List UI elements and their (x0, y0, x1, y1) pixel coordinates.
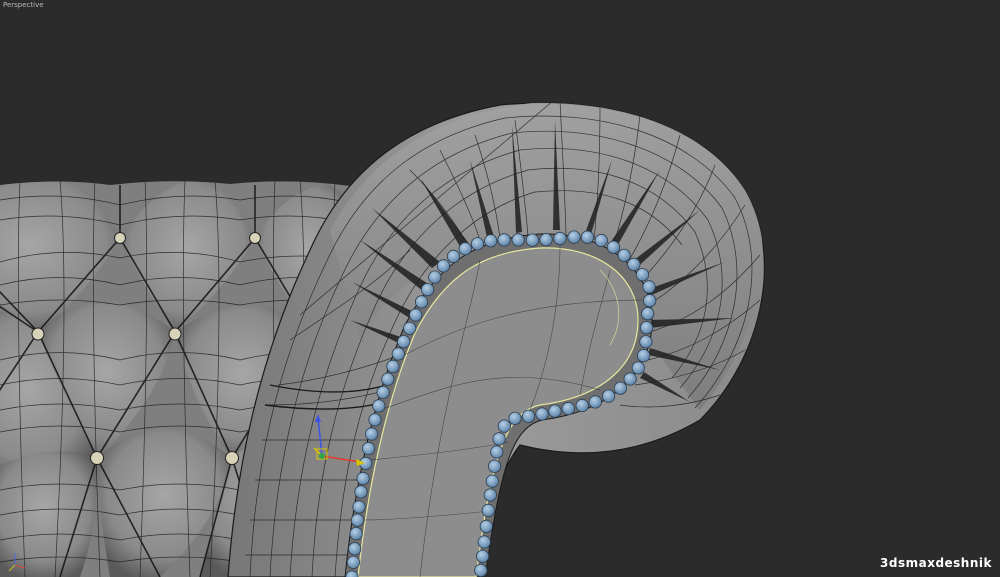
nailhead-stud (368, 413, 382, 427)
watermark-text: 3dsmaxdeshnik (880, 556, 992, 570)
nailhead-stud (561, 401, 575, 416)
nailhead-stud (446, 249, 461, 263)
nailhead-stud (354, 485, 368, 499)
nailhead-stud (639, 321, 654, 335)
nailhead-stud (490, 445, 504, 459)
nailhead-stud (485, 474, 499, 488)
viewport-scene[interactable] (0, 0, 1000, 577)
nailhead-stud (386, 359, 400, 373)
nailhead-stud (474, 563, 488, 577)
nailhead-stud (539, 233, 553, 247)
nailhead-stud (350, 513, 365, 527)
nailhead-stud (481, 503, 495, 517)
viewport-label[interactable]: Perspective (3, 1, 44, 9)
nailhead-stud (458, 242, 472, 256)
nailhead-stud (580, 230, 595, 244)
nailhead-stud (631, 361, 645, 375)
nailhead-stud (492, 432, 506, 446)
nailhead-stud (588, 395, 602, 409)
nailhead-stud (391, 347, 405, 361)
nailhead-stud (420, 282, 435, 297)
perspective-viewport[interactable]: Perspective 3dsmaxdeshnik (0, 0, 1000, 577)
nailhead-stud (414, 295, 429, 309)
nailhead-stud (601, 389, 616, 403)
nailhead-stud (553, 231, 567, 245)
nailhead-stud (348, 542, 362, 556)
nailhead-stud (352, 500, 366, 514)
nailhead-stud (606, 240, 621, 254)
nailhead-stud (497, 419, 511, 433)
nailhead-stud (525, 233, 540, 247)
nailhead-stud (508, 411, 522, 425)
nailhead-stud (477, 535, 491, 549)
nailhead-stud (627, 257, 641, 271)
nailhead-stud (381, 372, 395, 386)
nailhead-stud (567, 230, 581, 244)
nailhead-stud (470, 237, 485, 251)
nailhead-stud (641, 307, 655, 321)
nailhead-stud (479, 519, 493, 534)
nailhead-stud (643, 294, 657, 308)
nailhead-stud (639, 335, 653, 349)
nailhead-stud (623, 372, 637, 386)
nailhead-stud (484, 234, 498, 248)
nailhead-stud (511, 233, 525, 247)
nailhead-stud (409, 308, 423, 322)
nailhead-stud (636, 348, 651, 363)
gizmo-pivot[interactable] (319, 453, 325, 459)
nailhead-stud (497, 233, 511, 247)
nailhead-stud (397, 335, 411, 349)
nailhead-stud (356, 471, 370, 486)
nailhead-stud (487, 459, 502, 473)
nailhead-stud (475, 549, 490, 563)
nailhead-stud (376, 385, 390, 399)
nailhead-stud (617, 248, 631, 262)
nailhead-stud (436, 259, 451, 273)
nailhead-stud (403, 321, 417, 335)
nailhead-stud (483, 488, 497, 502)
nailhead-stud (361, 441, 376, 456)
nailhead-stud (594, 233, 608, 248)
nailhead-stud (613, 381, 628, 395)
nailhead-stud (635, 268, 650, 282)
nailhead-stud (575, 398, 589, 413)
nailhead-stud (642, 280, 656, 294)
nailhead-stud (548, 404, 562, 418)
nailhead-stud (349, 526, 363, 541)
nailhead-stud (346, 555, 360, 569)
nailhead-stud (521, 409, 536, 423)
nailhead-stud (372, 399, 386, 413)
nailhead-stud (364, 427, 379, 441)
nailhead-stud (428, 270, 442, 284)
nailhead-stud (535, 407, 549, 421)
